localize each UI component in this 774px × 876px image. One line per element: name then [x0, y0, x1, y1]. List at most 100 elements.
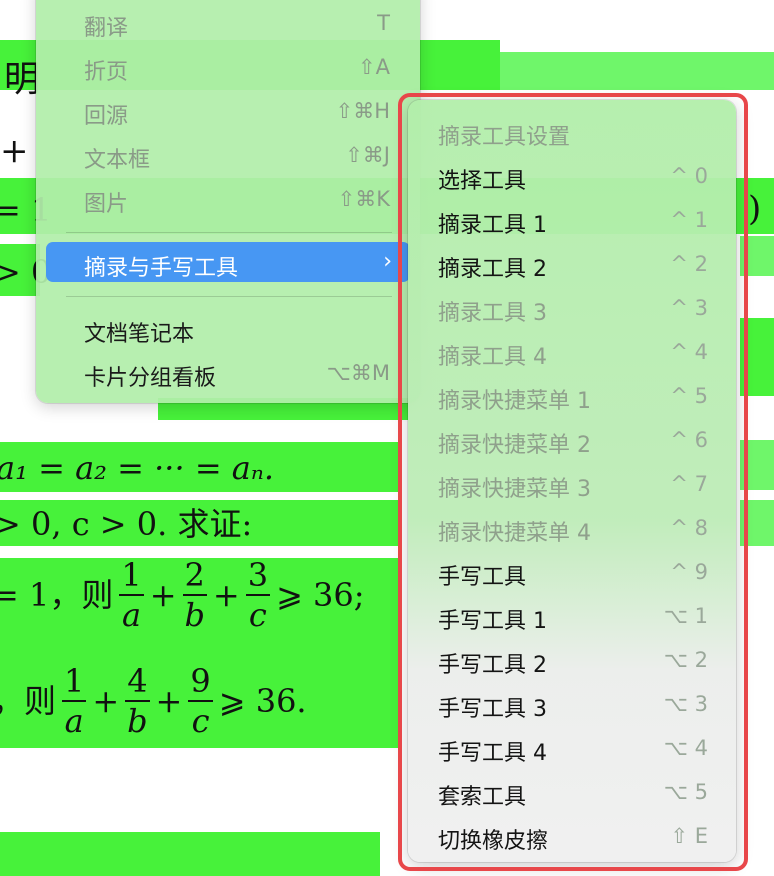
submenu-item-shortcut: ^ 8 [670, 516, 708, 540]
submenu-item-toggle-eraser[interactable]: 切换橡皮擦 ⇧ E [408, 816, 736, 856]
submenu-item-excerpt-quick-menu-4[interactable]: 摘录快捷菜单 4 ^ 8 [408, 508, 736, 548]
submenu-item-shortcut: ^ 3 [670, 296, 708, 320]
submenu-item-shortcut: ⌥ 1 [663, 604, 708, 628]
submenu-item-label: 摘录工具 3 [438, 301, 547, 326]
formula-suffix: ⩾ 36. [218, 682, 307, 720]
submenu-item-shortcut: ^ 5 [670, 384, 708, 408]
app-window: 明 + = 1 ) > 0 a₁ = a₂ = ··· = aₙ. > 0, c… [0, 0, 774, 876]
formula-prefix: = 1，则 [0, 576, 114, 614]
doc-text-ming: 明 [4, 59, 41, 100]
submenu-item-shortcut: ^ 6 [670, 428, 708, 452]
highlight-band [740, 318, 774, 396]
menu-item-fold-page[interactable]: 折页 ⇧A [36, 46, 420, 86]
menu-separator [66, 232, 392, 233]
submenu-item-shortcut: ⌥ 4 [663, 736, 708, 760]
submenu-item-label: 摘录快捷菜单 1 [438, 389, 591, 414]
submenu-item-label: 手写工具 2 [438, 653, 547, 678]
submenu-item-shortcut: ⌥ 5 [663, 780, 708, 804]
menu-item-label: 翻译 [84, 16, 129, 41]
formula-prefix: ，则 [0, 682, 57, 720]
submenu-item-handwriting-tool-1[interactable]: 手写工具 1 ⌥ 1 [408, 596, 736, 636]
fraction: 2b [182, 556, 207, 634]
submenu-item-shortcut: ⌥ 2 [663, 648, 708, 672]
menu-separator [66, 296, 392, 297]
menu-item-card-group-board[interactable]: 卡片分组看板 ⌥⌘M [36, 352, 420, 392]
formula-suffix: ⩾ 36; [276, 576, 365, 614]
doc-text-plus: + [0, 131, 29, 171]
menu-item-shortcut: ⌥⌘M [326, 361, 390, 385]
submenu-item-label: 手写工具 3 [438, 697, 547, 722]
submenu-item-handwriting-tool[interactable]: 手写工具 ^ 9 [408, 552, 736, 592]
submenu-item-label: 套索工具 [438, 785, 527, 810]
fraction: 1a [62, 662, 87, 740]
highlight-band [500, 52, 774, 90]
menu-item-image[interactable]: 图片 ⇧⌘K [36, 178, 420, 218]
submenu-item-shortcut: ^ 9 [670, 560, 708, 584]
submenu-item-shortcut: ^ 4 [670, 340, 708, 364]
submenu-item-handwriting-tool-2[interactable]: 手写工具 2 ⌥ 2 [408, 640, 736, 680]
context-menu: 翻译 T 折页 ⇧A 回源 ⇧⌘H 文本框 ⇧⌘J 图片 ⇧⌘K 摘录与手写工具… [36, 0, 420, 403]
submenu-item-label: 摘录工具 4 [438, 345, 547, 370]
fraction: 3c [245, 556, 271, 634]
menu-item-shortcut: ⇧⌘J [345, 143, 390, 167]
menu-item-shortcut: T [377, 11, 390, 35]
submenu-item-excerpt-settings[interactable]: 摘录工具设置 [408, 112, 736, 152]
submenu-item-excerpt-quick-menu-2[interactable]: 摘录快捷菜单 2 ^ 6 [408, 420, 736, 460]
submenu-item-label: 摘录快捷菜单 3 [438, 477, 591, 502]
submenu-item-handwriting-tool-4[interactable]: 手写工具 4 ⌥ 4 [408, 728, 736, 768]
menu-item-label: 文档笔记本 [84, 322, 195, 347]
submenu-item-shortcut: ⇧ E [670, 824, 708, 848]
submenu-item-label: 摘录工具 2 [438, 257, 547, 282]
menu-item-shortcut: ⇧⌘H [335, 99, 390, 123]
highlight-band [0, 832, 380, 876]
submenu-item-label: 手写工具 4 [438, 741, 547, 766]
menu-item-label: 文本框 [84, 148, 151, 173]
menu-item-translate[interactable]: 翻译 T [36, 2, 420, 42]
menu-item-shortcut: ⇧A [358, 55, 390, 79]
submenu-item-label: 摘录工具设置 [438, 125, 571, 150]
menu-item-text-box[interactable]: 文本框 ⇧⌘J [36, 134, 420, 174]
submenu-item-excerpt-tool-3[interactable]: 摘录工具 3 ^ 3 [408, 288, 736, 328]
submenu-item-excerpt-tool-4[interactable]: 摘录工具 4 ^ 4 [408, 332, 736, 372]
menu-item-back-to-source[interactable]: 回源 ⇧⌘H [36, 90, 420, 130]
submenu-item-label: 选择工具 [438, 169, 527, 194]
menu-item-label: 摘录与手写工具 [84, 256, 239, 281]
menu-item-document-notebook[interactable]: 文档笔记本 [36, 308, 420, 348]
submenu-item-handwriting-tool-3[interactable]: 手写工具 3 ⌥ 3 [408, 684, 736, 724]
highlight-band [740, 440, 774, 490]
doc-text-a-eq: a₁ = a₂ = ··· = aₙ. [0, 449, 275, 487]
fraction: 4b [125, 662, 150, 740]
submenu-item-label: 手写工具 1 [438, 609, 547, 634]
submenu-item-excerpt-quick-menu-3[interactable]: 摘录快捷菜单 3 ^ 7 [408, 464, 736, 504]
menu-item-label: 卡片分组看板 [84, 366, 217, 391]
doc-text-eq1-right: ) [748, 189, 762, 229]
highlight-band [740, 236, 774, 276]
submenu-item-shortcut: ^ 1 [670, 208, 708, 232]
doc-formula-1: = 1，则 1a + 2b + 3c ⩾ 36; [0, 556, 365, 634]
menu-item-label: 折页 [84, 60, 129, 85]
menu-item-label: 图片 [84, 192, 129, 217]
fraction: 1a [119, 556, 144, 634]
submenu-item-label: 摘录快捷菜单 2 [438, 433, 591, 458]
submenu-item-lasso-tool[interactable]: 套索工具 ⌥ 5 [408, 772, 736, 812]
submenu-item-excerpt-tool-1[interactable]: 摘录工具 1 ^ 1 [408, 200, 736, 240]
doc-text-c-gt: > 0, c > 0. 求证: [0, 505, 253, 543]
submenu-excerpt-handwriting: 摘录工具设置 选择工具 ^ 0 摘录工具 1 ^ 1 摘录工具 2 ^ 2 摘录… [408, 100, 736, 862]
submenu-item-shortcut: ⌥ 3 [663, 692, 708, 716]
submenu-item-shortcut: ^ 2 [670, 252, 708, 276]
chevron-right-icon: › [383, 249, 392, 274]
submenu-item-label: 摘录快捷菜单 4 [438, 521, 591, 546]
highlight-band [740, 500, 774, 546]
menu-item-label: 回源 [84, 104, 129, 129]
submenu-item-shortcut: ^ 7 [670, 472, 708, 496]
submenu-item-label: 摘录工具 1 [438, 213, 547, 238]
submenu-item-excerpt-tool-2[interactable]: 摘录工具 2 ^ 2 [408, 244, 736, 284]
fraction: 9c [188, 662, 213, 740]
menu-item-shortcut: ⇧⌘K [337, 187, 390, 211]
submenu-item-label: 切换橡皮擦 [438, 829, 549, 854]
menu-item-excerpt-handwriting-tools[interactable]: 摘录与手写工具 › [46, 242, 410, 282]
submenu-item-select-tool[interactable]: 选择工具 ^ 0 [408, 156, 736, 196]
submenu-item-label: 手写工具 [438, 565, 527, 590]
submenu-item-shortcut: ^ 0 [670, 164, 708, 188]
submenu-item-excerpt-quick-menu-1[interactable]: 摘录快捷菜单 1 ^ 5 [408, 376, 736, 416]
